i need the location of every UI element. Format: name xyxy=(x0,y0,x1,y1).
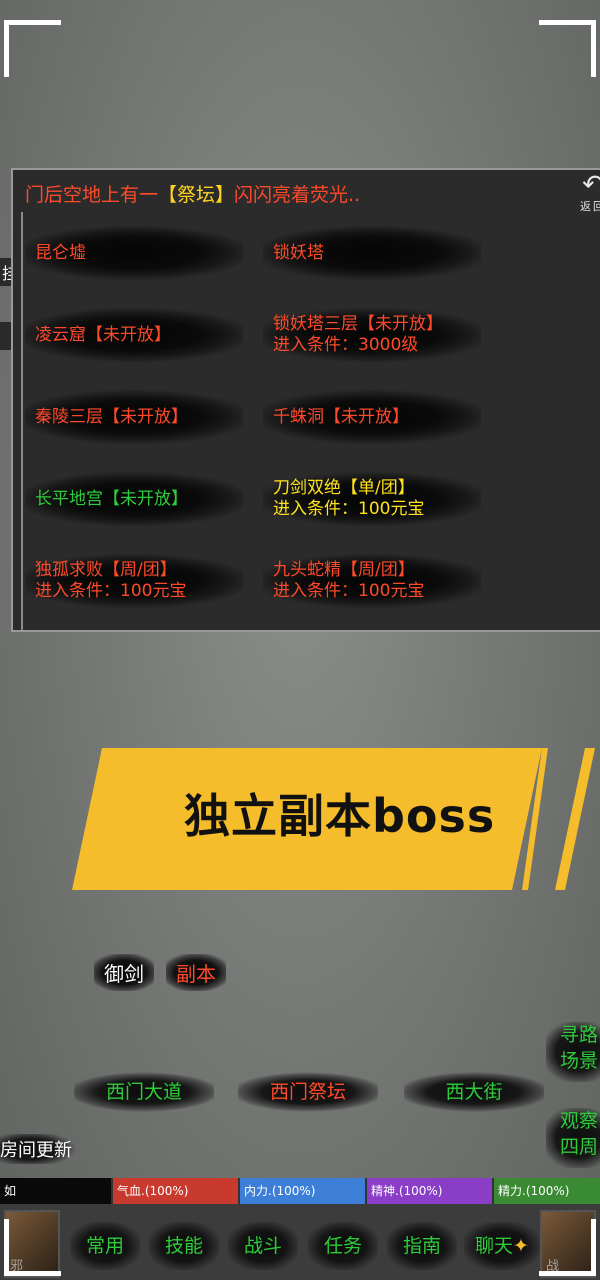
dungeon-entry-lingyunku[interactable]: 凌云窟【未开放】 xyxy=(25,304,243,366)
exit-west-road[interactable]: 西门大道 xyxy=(74,1072,214,1112)
pathfind-label-1: 寻路 xyxy=(559,1024,598,1046)
dungeon-panel: 门后空地上有一【祭坛】闪闪亮着荧光.. ↶ 返回 昆仑墟 锁妖塔 凌云窟【未开放… xyxy=(11,168,600,632)
nav-chat-label: 聊天 xyxy=(475,1235,514,1257)
dungeon-entry-daojian[interactable]: 刀剑双绝【单/团】 进入条件：100元宝 xyxy=(263,468,481,530)
observe-button[interactable]: 观察 四周 xyxy=(546,1108,600,1168)
corner-frame-bottom-left xyxy=(4,1219,61,1276)
dungeon-entry-dugu[interactable]: 独孤求败【周/团】 进入条件：100元宝 xyxy=(25,550,243,612)
current-location-west-altar: 西门祭坛 xyxy=(238,1072,378,1112)
energy-bar: 精力.(100%) xyxy=(494,1178,600,1204)
room-update-button[interactable]: 房间更新 xyxy=(0,1134,76,1164)
panel-divider xyxy=(21,212,23,630)
panel-title: 门后空地上有一【祭坛】闪闪亮着荧光.. xyxy=(25,180,360,207)
banner-text: 独立副本boss xyxy=(184,789,496,843)
party-popper-icon: ✦ xyxy=(513,1235,529,1257)
observe-label-1: 观察 xyxy=(559,1110,598,1132)
entry-line2: 进入条件：100元宝 xyxy=(273,499,425,519)
dungeon-entry-qinling-3f[interactable]: 秦陵三层【未开放】 xyxy=(25,386,243,448)
dungeon-entry-changping[interactable]: 长平地宫【未开放】 xyxy=(25,468,243,530)
observe-label-2: 四周 xyxy=(559,1136,598,1158)
entry-line1: 长平地宫【未开放】 xyxy=(35,488,188,509)
exit-west-street[interactable]: 西大街 xyxy=(404,1072,544,1112)
fuben-button[interactable]: 副本 xyxy=(166,954,226,991)
status-bar: 如 气血.(100%) 内力.(100%) 精神.(100%) 精力.(100%… xyxy=(0,1178,600,1204)
nav-guide[interactable]: 指南 xyxy=(387,1222,457,1270)
nav-tasks[interactable]: 任务 xyxy=(308,1222,378,1270)
title-prefix: 门后空地上有一 xyxy=(25,184,159,206)
nav-battle[interactable]: 战斗 xyxy=(228,1222,298,1270)
entry-line1: 刀剑双绝【单/团】 xyxy=(273,478,415,498)
dungeon-entry-jiutoushe[interactable]: 九头蛇精【周/团】 进入条件：100元宝 xyxy=(263,550,481,612)
hp-bar: 气血.(100%) xyxy=(113,1178,240,1204)
corner-frame-bottom-right xyxy=(539,1219,596,1276)
entry-line1: 秦陵三层【未开放】 xyxy=(35,406,188,427)
entry-line1: 千蛛洞【未开放】 xyxy=(273,406,409,427)
spirit-bar: 精神.(100%) xyxy=(367,1178,494,1204)
entry-line2: 进入条件：100元宝 xyxy=(35,581,187,601)
corner-frame-top-left xyxy=(4,20,61,77)
entry-line2: 进入条件：3000级 xyxy=(273,335,419,355)
title-highlight: 【祭坛】 xyxy=(158,184,235,206)
player-name: 如 xyxy=(0,1178,113,1204)
yujian-button[interactable]: 御剑 xyxy=(94,954,154,991)
title-suffix: 闪闪亮着荧光.. xyxy=(234,184,361,206)
bottom-nav: 邪 常用 技能 战斗 任务 指南 聊天✦ 战 xyxy=(0,1204,600,1280)
back-arrow-icon: ↶ xyxy=(582,170,600,200)
banner-stripe xyxy=(555,748,595,890)
dungeon-entry-qianzhudong[interactable]: 千蛛洞【未开放】 xyxy=(263,386,481,448)
pathfind-label-2: 场景 xyxy=(559,1050,598,1072)
dungeon-entry-suoyaota[interactable]: 锁妖塔 xyxy=(263,222,481,284)
dungeon-entry-kunlunxu[interactable]: 昆仑墟 xyxy=(25,222,243,284)
entry-line1: 九头蛇精【周/团】 xyxy=(273,560,415,580)
nav-chat[interactable]: 聊天✦ xyxy=(464,1222,540,1270)
entry-line1: 独孤求败【周/团】 xyxy=(35,560,177,580)
nav-common[interactable]: 常用 xyxy=(70,1222,140,1270)
entry-line1: 锁妖塔三层【未开放】 xyxy=(273,314,443,334)
back-button[interactable]: ↶ 返回 xyxy=(575,172,600,216)
dungeon-entry-suoyaota-3f[interactable]: 锁妖塔三层【未开放】 进入条件：3000级 xyxy=(263,304,481,366)
entry-line1: 锁妖塔 xyxy=(273,242,324,263)
corner-frame-top-right xyxy=(539,20,596,77)
entry-line2: 进入条件：100元宝 xyxy=(273,581,425,601)
pathfind-button[interactable]: 寻路 场景 xyxy=(546,1022,600,1082)
mp-bar: 内力.(100%) xyxy=(240,1178,367,1204)
back-label: 返回 xyxy=(580,200,600,213)
entry-line1: 凌云窟【未开放】 xyxy=(35,324,171,345)
nav-skills[interactable]: 技能 xyxy=(149,1222,219,1270)
entry-line1: 昆仑墟 xyxy=(35,242,86,263)
